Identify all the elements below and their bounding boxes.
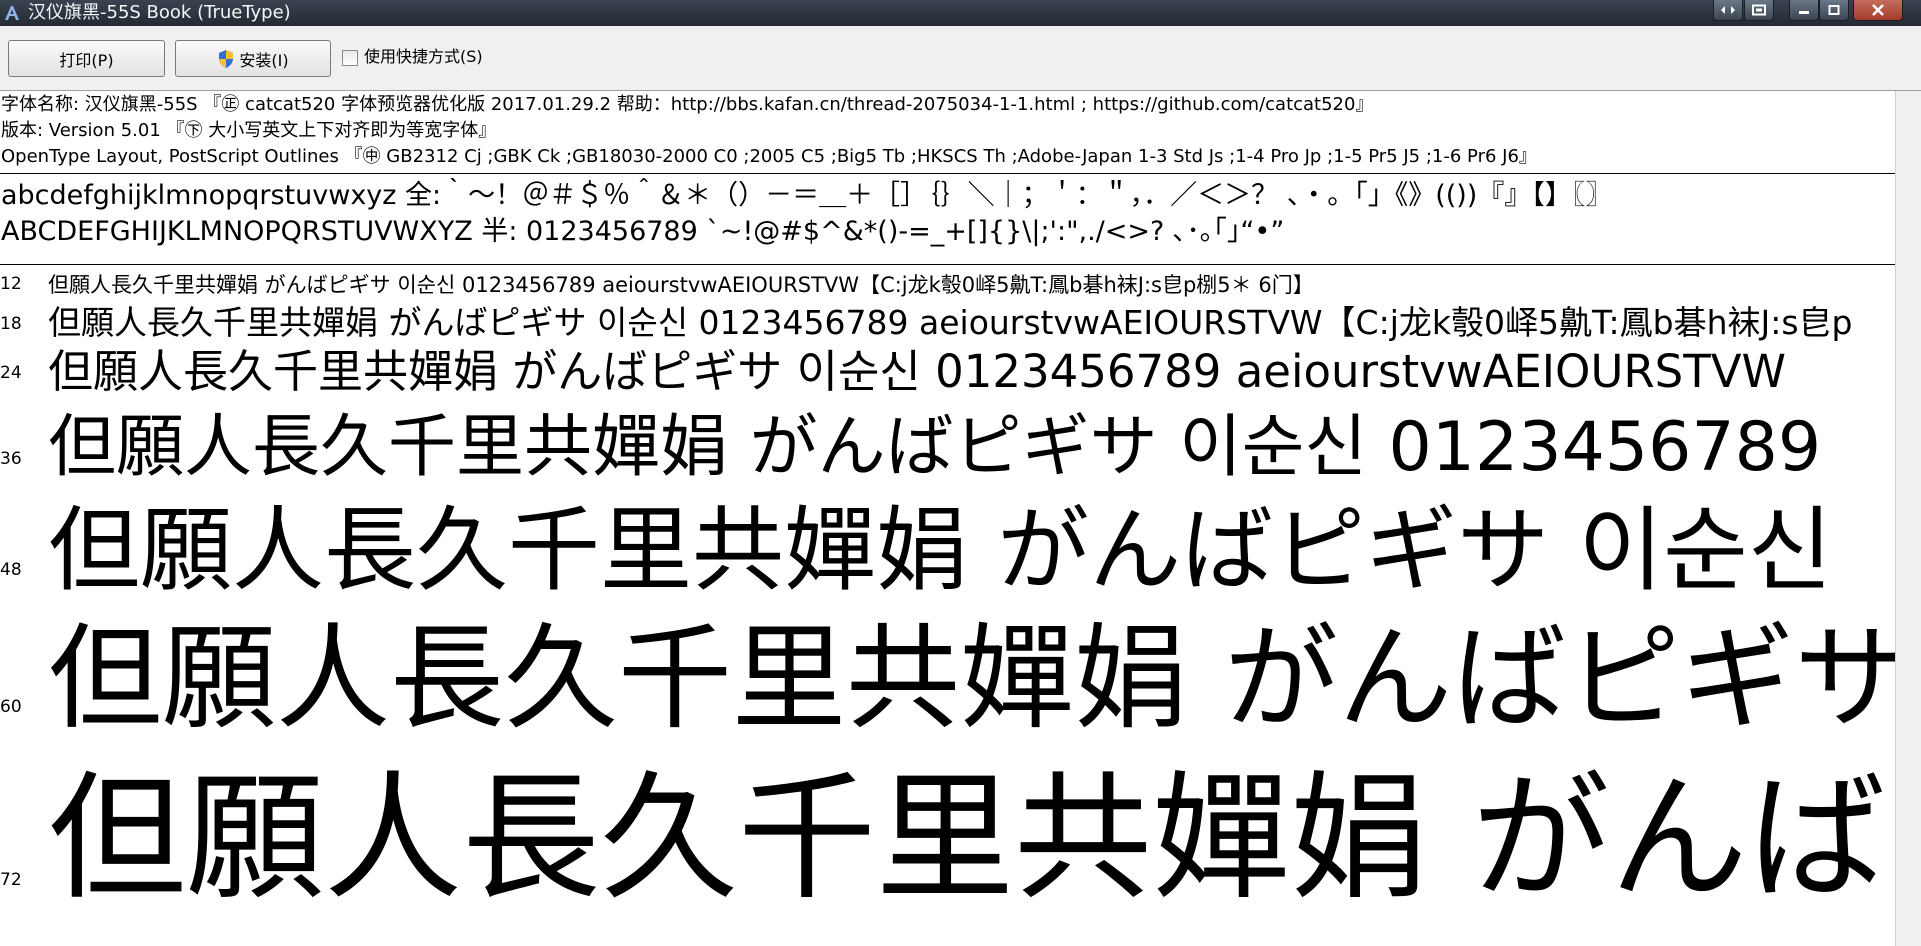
sample-size-label: 24	[0, 363, 22, 383]
sample-row-18: 18 但願人長久千里共嬋娟 がんばピギサ 이순신 0123456789 aeio…	[0, 296, 1895, 342]
uac-shield-icon	[219, 49, 234, 68]
sample-text: 但願人長久千里共嬋娟 がんば	[48, 758, 1886, 919]
title-bar: 汉仪旗黑-55S Book (TrueType)	[0, 0, 1921, 26]
charset-lowercase-fullwidth: abcdefghijklmnopqrstuvwxyz 全:｀～！＠＃＄％＾＆＊（…	[1, 180, 1613, 211]
app-font-icon	[5, 6, 19, 20]
snap-button[interactable]	[1744, 0, 1774, 21]
sample-size-label: 18	[0, 314, 22, 334]
sample-row-36: 36 但願人長久千里共嬋娟 がんばピギサ 이순신 0123456789	[0, 391, 1895, 487]
close-button[interactable]	[1853, 0, 1903, 21]
install-button-label: 安装(I)	[239, 50, 289, 70]
shortcut-checkbox-label[interactable]: 使用快捷方式(S)	[364, 47, 483, 67]
sample-row-60: 60 但願人長久千里共嬋娟 がんばピギサ	[0, 586, 1895, 745]
font-preview-area: 字体名称: 汉仪旗黑-55S 『㊣ catcat520 字体预览器优化版 201…	[0, 91, 1895, 946]
maximize-button[interactable]	[1819, 0, 1849, 21]
print-button-label: 打印(P)	[59, 50, 114, 70]
restore-toggle-button[interactable]	[1713, 0, 1743, 21]
restore-toggle-icon	[1721, 6, 1735, 14]
divider	[0, 173, 1895, 174]
sample-size-label: 72	[0, 870, 22, 890]
sample-row-24: 24 但願人長久千里共嬋娟 がんばピギサ 이순신 0123456789 aeio…	[0, 335, 1895, 398]
sample-row-72: 72 但願人長久千里共嬋娟 がんば	[0, 726, 1895, 919]
opentype-line: OpenType Layout, PostScript Outlines 『㊥ …	[1, 146, 1537, 167]
version-line: 版本: Version 5.01 『㊦ 大小写英文上下对齐即为等宽字体』	[1, 120, 497, 141]
sample-size-label: 36	[0, 449, 22, 469]
close-icon	[1872, 4, 1884, 16]
maximize-icon	[1828, 5, 1840, 15]
right-edge-panel	[1895, 91, 1921, 946]
print-button[interactable]: 打印(P)	[8, 40, 165, 77]
shortcut-checkbox[interactable]	[342, 50, 358, 66]
divider	[0, 264, 1895, 265]
sample-row-12: 12 但願人長久千里共嬋娟 がんばピギサ 이순신 0123456789 aeio…	[0, 269, 1895, 297]
install-button[interactable]: 安装(I)	[175, 40, 331, 77]
font-name-line: 字体名称: 汉仪旗黑-55S 『㊣ catcat520 字体预览器优化版 201…	[1, 94, 1374, 115]
sample-size-label: 60	[0, 697, 22, 717]
sample-size-label: 12	[0, 274, 22, 294]
toolbar: 打印(P) 安装(I) 使用快捷方式(S)	[0, 26, 1921, 91]
sample-size-label: 48	[0, 560, 22, 580]
minimize-button[interactable]	[1789, 0, 1819, 21]
sample-text: 但願人長久千里共嬋娟 がんばピギサ 이순신 0123456789 aeiours…	[48, 273, 1314, 297]
minimize-icon	[1799, 11, 1809, 14]
sample-row-48: 48 但願人長久千里共嬋娟 がんばピギサ 이순신	[0, 476, 1895, 604]
charset-uppercase-halfwidth: ABCDEFGHIJKLMNOPQRSTUVWXYZ 半: 0123456789…	[1, 216, 1285, 247]
snap-icon	[1752, 4, 1766, 16]
window-title: 汉仪旗黑-55S Book (TrueType)	[28, 2, 291, 23]
